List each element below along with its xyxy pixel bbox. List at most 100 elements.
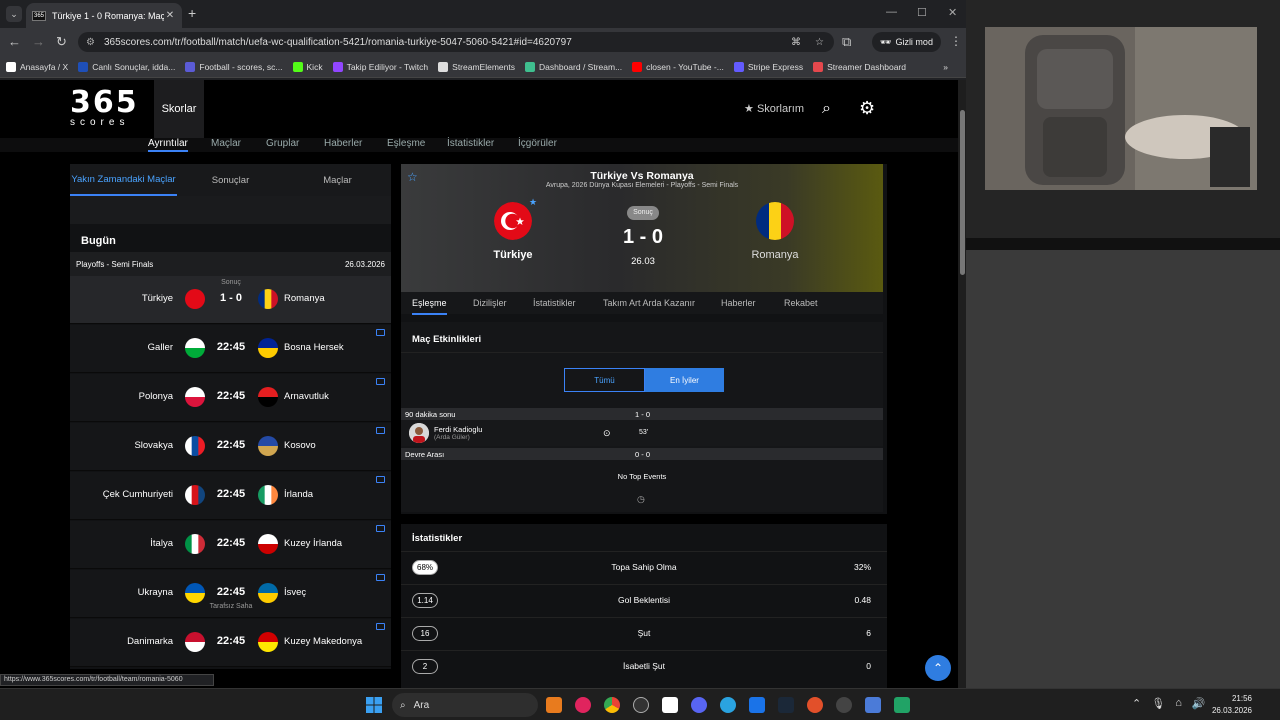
subnav-tab[interactable]: İçgörüler: [518, 138, 557, 149]
forward-icon[interactable]: →: [32, 34, 45, 49]
volume-icon[interactable]: 🔊: [1192, 697, 1206, 710]
bookmark-item[interactable]: StreamElements: [438, 61, 515, 72]
bookmark-item[interactable]: Stripe Express: [733, 61, 803, 72]
match-row[interactable]: Slovakya 22:45 Kosovo: [70, 423, 391, 471]
match-tab[interactable]: İstatistikler: [533, 298, 576, 308]
matches-tab[interactable]: Maçlar: [284, 164, 391, 196]
bookmark-item[interactable]: closen - YouTube -...: [632, 61, 724, 72]
home-flag[interactable]: [494, 202, 532, 240]
bookmark-item[interactable]: Streamer Dashboard: [813, 61, 906, 72]
scrollbar-thumb[interactable]: [960, 110, 965, 275]
stat-away-value: 6: [866, 628, 871, 638]
bookmark-favicon-icon: [733, 61, 744, 72]
extensions-icon[interactable]: ⧉: [842, 34, 851, 50]
bookmark-favicon-icon: [813, 61, 824, 72]
subnav-tab[interactable]: Haberler: [324, 138, 362, 149]
subnav-tab[interactable]: İstatistikler: [447, 138, 494, 149]
tv-icon[interactable]: [376, 476, 385, 483]
obs-icon[interactable]: [633, 697, 649, 713]
match-tab[interactable]: Eşleşme: [412, 298, 447, 315]
bookmark-item[interactable]: Kick: [292, 61, 323, 72]
match-row[interactable]: Danimarka 22:45 Kuzey Makedonya: [70, 619, 391, 667]
tv-icon[interactable]: [376, 378, 385, 385]
my-scores-link[interactable]: ★ Skorlarım: [744, 102, 804, 115]
back-icon[interactable]: ←: [8, 34, 21, 49]
network-icon[interactable]: ⌂: [1175, 697, 1182, 710]
mail-icon[interactable]: [749, 697, 765, 713]
tab-search-button[interactable]: ⌄: [6, 6, 22, 22]
tv-icon[interactable]: [376, 574, 385, 581]
chevron-up-icon[interactable]: ⌃: [1132, 697, 1141, 710]
match-tab[interactable]: Takım Art Arda Kazanır: [603, 298, 695, 308]
match-row[interactable]: Ukrayna 22:45 İsveç Tarafsız Saha: [70, 570, 391, 618]
url-field[interactable]: ⚙ 365scores.com/tr/football/match/uefa-w…: [78, 32, 834, 52]
tv-icon[interactable]: [376, 525, 385, 532]
subnav-tab[interactable]: Eşleşme: [387, 138, 425, 149]
bookmark-item[interactable]: Anasayfa / X: [6, 61, 68, 72]
app-icon[interactable]: [865, 697, 881, 713]
site-info-icon[interactable]: ⚙: [86, 37, 98, 48]
match-row[interactable]: Sonuç Türkiye 1 - 0 Romanya: [70, 276, 391, 324]
close-window-icon[interactable]: ✕: [948, 6, 957, 19]
vlc-icon[interactable]: [546, 697, 562, 713]
match-row[interactable]: İtalya 22:45 Kuzey İrlanda: [70, 521, 391, 569]
media-player-icon[interactable]: [575, 697, 591, 713]
away-flag[interactable]: [756, 202, 794, 240]
home-flag: [185, 534, 205, 554]
tab-close-icon[interactable]: ✕: [164, 10, 176, 21]
nav-scores[interactable]: Skorlar: [154, 80, 204, 138]
subnav-tab[interactable]: Gruplar: [266, 138, 299, 149]
away-flag: [258, 289, 278, 309]
system-clock[interactable]: 21:56 26.03.2026: [1206, 693, 1252, 717]
matches-tab[interactable]: Sonuçlar: [177, 164, 284, 196]
toggle-best-button[interactable]: En İyiler: [645, 368, 724, 392]
tv-icon[interactable]: [376, 623, 385, 630]
menu-kebab-icon[interactable]: ⋮: [950, 34, 962, 48]
site-header: 365 scores Skorlar ★ Skorlarım ⌕ ⚙: [0, 80, 958, 138]
microphone-icon[interactable]: 🎙: [1151, 697, 1165, 710]
tv-icon[interactable]: [376, 329, 385, 336]
gear-icon[interactable]: ⚙: [859, 98, 875, 119]
discord-icon[interactable]: [691, 697, 707, 713]
subnav-tab[interactable]: Ayrıntılar: [148, 138, 188, 152]
telegram-icon[interactable]: [720, 697, 736, 713]
incognito-badge[interactable]: 🕶 Gizli mod: [872, 32, 941, 52]
windows-start-icon[interactable]: [366, 697, 382, 713]
search-icon[interactable]: ⌕: [822, 100, 831, 118]
taskbar-search[interactable]: ⌕ Ara: [392, 693, 538, 717]
reload-icon[interactable]: ↻: [56, 34, 67, 50]
excel-icon[interactable]: [894, 697, 910, 713]
match-row[interactable]: Galler 22:45 Bosna Hersek: [70, 325, 391, 373]
subnav-tab[interactable]: Maçlar: [211, 138, 241, 149]
match-row[interactable]: Polonya 22:45 Arnavutluk: [70, 374, 391, 422]
bookmarks-overflow-icon[interactable]: »: [943, 62, 966, 72]
game-app-icon[interactable]: [807, 697, 823, 713]
goal-event-row[interactable]: Ferdi Kadioglu (Arda Güler) ⊙ 53': [401, 420, 883, 446]
my-scores-label: Skorlarım: [756, 103, 804, 115]
match-row[interactable]: Çek Cumhuriyeti 22:45 İrlanda: [70, 472, 391, 520]
bookmark-item[interactable]: Dashboard / Stream...: [525, 61, 622, 72]
bookmark-item[interactable]: Takip Ediliyor - Twitch: [332, 61, 428, 72]
site-logo[interactable]: 365 scores: [70, 88, 142, 130]
away-team-name[interactable]: Romanya: [735, 249, 815, 261]
tv-icon[interactable]: [376, 427, 385, 434]
bookmark-star-icon[interactable]: ☆: [815, 37, 824, 48]
minimize-icon[interactable]: —: [886, 6, 897, 18]
bookmark-item[interactable]: Canlı Sonuçlar, idda...: [78, 61, 175, 72]
chrome-icon[interactable]: [604, 697, 620, 713]
translate-icon[interactable]: ⌘: [791, 37, 801, 48]
scroll-top-button[interactable]: ⌃: [925, 655, 951, 681]
new-tab-button[interactable]: +: [188, 5, 196, 21]
m-app-icon[interactable]: [662, 697, 678, 713]
match-tab[interactable]: Rekabet: [784, 298, 818, 308]
bookmark-item[interactable]: Football - scores, sc...: [185, 61, 283, 72]
toggle-all-button[interactable]: Tümü: [564, 368, 645, 392]
home-team-name[interactable]: Türkiye: [473, 249, 553, 261]
match-tab[interactable]: Haberler: [721, 298, 756, 308]
match-tab[interactable]: Dizilişler: [473, 298, 507, 308]
settings-app-icon[interactable]: [836, 697, 852, 713]
maximize-icon[interactable]: ☐: [917, 6, 927, 19]
steam-icon[interactable]: [778, 697, 794, 713]
browser-tab[interactable]: 365 Türkiye 1 - 0 Romanya: Maç rap ✕: [26, 3, 182, 28]
matches-tab[interactable]: Yakın Zamandaki Maçlar: [70, 164, 177, 196]
